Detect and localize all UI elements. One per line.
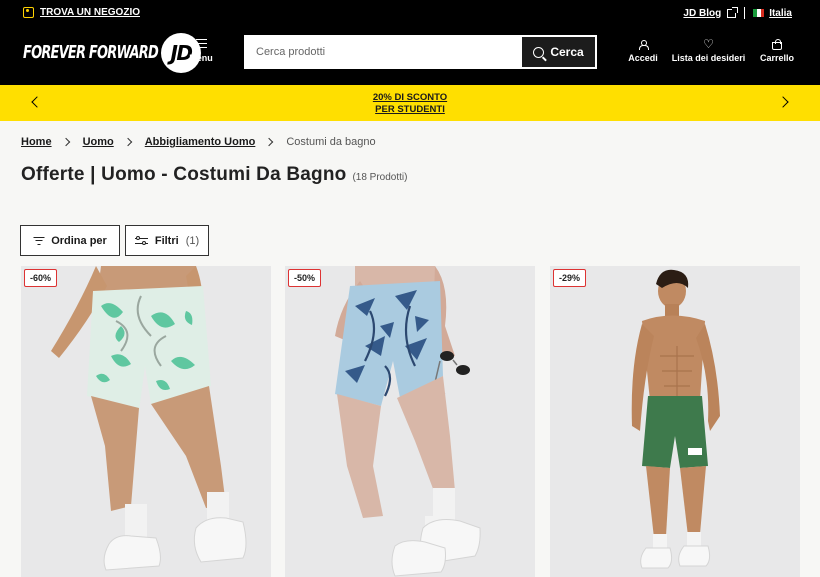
product-card[interactable]: -50% xyxy=(285,266,535,577)
logo-tagline: FOREVER FORWARD xyxy=(23,42,159,64)
sort-icon xyxy=(33,236,45,245)
sort-label: Ordina per xyxy=(51,234,107,247)
external-link-icon xyxy=(727,6,739,18)
breadcrumb: Home Uomo Abbigliamento Uomo Costumi da … xyxy=(21,136,376,148)
blue-palm-swim-shorts-image xyxy=(285,266,535,577)
filter-button[interactable]: Filtri (1) xyxy=(125,225,209,256)
language-selector[interactable]: Italia xyxy=(753,8,792,19)
chevron-right-icon xyxy=(61,137,70,147)
chevron-right-icon xyxy=(265,137,274,147)
promo-line-1: 20% DI SCONTO xyxy=(372,92,448,103)
chevron-right-icon xyxy=(123,137,132,147)
user-icon xyxy=(638,40,649,50)
green-nike-swim-shorts-image xyxy=(550,266,800,577)
wishlist-button[interactable]: ♡ Lista dei desideri xyxy=(670,38,747,63)
search-button[interactable]: Cerca xyxy=(522,37,595,67)
jd-blog-link[interactable]: JD Blog xyxy=(683,6,739,19)
filter-count: (1) xyxy=(185,234,200,247)
breadcrumb-uomo[interactable]: Uomo xyxy=(83,136,114,148)
heart-icon: ♡ xyxy=(703,37,714,51)
search-icon xyxy=(533,46,545,58)
filter-label: Filtri xyxy=(154,234,179,247)
promo-banner: 20% DI SCONTO PER STUDENTI xyxy=(0,85,820,121)
cart-button[interactable]: Carrello xyxy=(757,38,797,63)
page-title: Offerte | Uomo - Costumi Da Bagno xyxy=(21,164,347,185)
student-discount-link[interactable]: 20% DI SCONTO PER STUDENTI xyxy=(0,92,820,116)
login-label: Accedi xyxy=(628,53,658,63)
hamburger-icon xyxy=(195,39,207,48)
menu-label: Menu xyxy=(189,53,213,63)
login-button[interactable]: Accedi xyxy=(627,38,659,63)
discount-badge: -29% xyxy=(553,269,587,287)
page-heading: Offerte | Uomo - Costumi Da Bagno (18 Pr… xyxy=(21,164,407,186)
search-bar: Cerca xyxy=(244,35,597,69)
breadcrumb-abbigliamento-uomo[interactable]: Abbigliamento Uomo xyxy=(145,136,256,148)
sort-button[interactable]: Ordina per xyxy=(20,225,120,256)
utility-bar: TROVA UN NEGOZIO JD Blog Italia xyxy=(0,0,820,26)
language-label: Italia xyxy=(769,7,792,19)
search-input[interactable] xyxy=(245,36,520,68)
store-pin-icon xyxy=(23,7,34,18)
product-card[interactable]: -29% xyxy=(550,266,800,577)
jd-logo[interactable]: FOREVER FORWARD JD xyxy=(23,33,201,73)
promo-line-2: PER STUDENTI xyxy=(375,104,445,115)
menu-button[interactable]: Menu xyxy=(187,39,215,63)
site-header: FOREVER FORWARD JD Menu Cerca Accedi ♡ L… xyxy=(0,26,820,85)
green-floral-swim-shorts-image xyxy=(21,266,271,577)
wishlist-label: Lista dei desideri xyxy=(671,53,746,63)
product-card[interactable]: -60% xyxy=(21,266,271,577)
find-store-label: TROVA UN NEGOZIO xyxy=(40,7,140,18)
breadcrumb-current: Costumi da bagno xyxy=(286,136,376,148)
divider xyxy=(744,7,746,19)
breadcrumb-home[interactable]: Home xyxy=(21,136,52,148)
jd-blog-label: JD Blog xyxy=(683,7,722,19)
filter-sliders-icon xyxy=(134,235,148,246)
cart-label: Carrello xyxy=(759,53,794,63)
italy-flag-icon xyxy=(753,9,765,17)
search-button-label: Cerca xyxy=(550,45,584,59)
discount-badge: -50% xyxy=(288,269,322,287)
shopping-bag-icon xyxy=(772,39,782,50)
find-store-link[interactable]: TROVA UN NEGOZIO xyxy=(23,7,140,18)
discount-badge: -60% xyxy=(24,269,58,287)
product-count: (18 Prodotti) xyxy=(352,172,408,183)
